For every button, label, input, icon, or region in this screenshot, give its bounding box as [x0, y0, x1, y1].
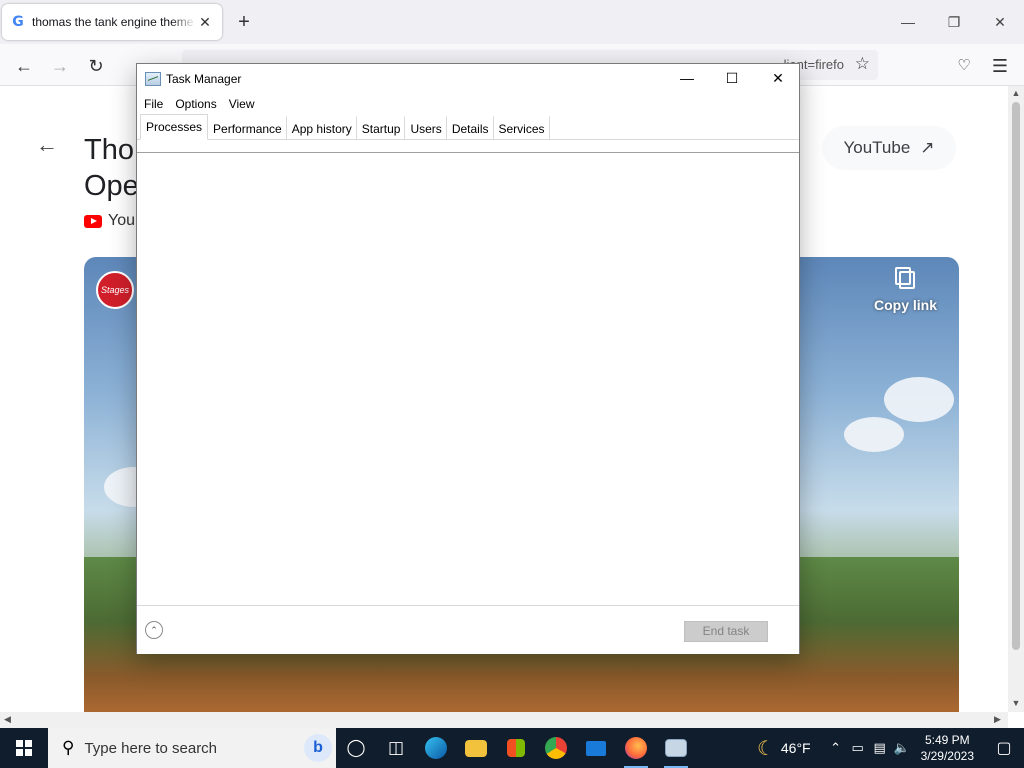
- video-source: You: [84, 212, 135, 230]
- clock-date: 3/29/2023: [920, 749, 974, 763]
- scroll-left-icon[interactable]: ◀: [4, 714, 11, 725]
- windows-logo-icon: [16, 740, 32, 756]
- task-manager-window: Task Manager — ☐ ✕ File Options View Pro…: [136, 63, 800, 654]
- weather-widget[interactable]: ☾ 46°F: [757, 736, 811, 761]
- tablet-icon[interactable]: ▭: [847, 740, 869, 756]
- copy-icon: [895, 267, 916, 289]
- task-manager-tabs: Processes Performance App history Startu…: [137, 114, 799, 140]
- new-tab-button[interactable]: +: [232, 10, 256, 34]
- menu-file[interactable]: File: [144, 97, 169, 111]
- video-cloud: [884, 377, 954, 422]
- task-manager-taskbar-icon[interactable]: [656, 728, 696, 768]
- moon-icon: ☾: [756, 737, 775, 760]
- tab-close-icon[interactable]: ✕: [196, 14, 214, 31]
- tab-performance[interactable]: Performance: [208, 116, 287, 140]
- back-button[interactable]: ←: [10, 52, 38, 80]
- system-tray: ☾ 46°F ⌃ ▭ ▤ 🔈 5:49 PM 3/29/2023 ▢: [757, 728, 1024, 768]
- youtube-button-label: YouTube: [843, 138, 911, 157]
- firefox-icon[interactable]: [616, 728, 656, 768]
- scroll-up-icon[interactable]: ▲: [1008, 88, 1024, 98]
- tab-services[interactable]: Services: [494, 116, 550, 140]
- browser-restore-button[interactable]: ❐: [934, 8, 974, 36]
- page-back-arrow-icon[interactable]: ←: [36, 132, 58, 158]
- tab-app-history[interactable]: App history: [287, 116, 357, 140]
- page-title-line2: Ope: [84, 170, 139, 202]
- reload-button[interactable]: ↻: [82, 52, 110, 80]
- vertical-scrollbar[interactable]: ▲ ▼: [1008, 86, 1024, 712]
- microsoft-store-icon[interactable]: [496, 728, 536, 768]
- fewer-details-chevron-icon[interactable]: ⌃: [145, 621, 163, 639]
- scroll-right-icon[interactable]: ▶: [994, 714, 1001, 725]
- tab-processes[interactable]: Processes: [140, 114, 209, 140]
- start-button[interactable]: [0, 728, 48, 768]
- youtube-logo-icon: [84, 214, 102, 228]
- tab-startup[interactable]: Startup: [357, 116, 406, 140]
- process-list-area[interactable]: [137, 152, 799, 606]
- pocket-icon[interactable]: ♡: [950, 52, 978, 80]
- task-view-icon[interactable]: ◫: [376, 728, 416, 768]
- end-task-button[interactable]: End task: [684, 621, 768, 642]
- bing-icon[interactable]: b: [304, 734, 332, 762]
- page-title: Thor: [84, 134, 144, 166]
- browser-minimize-button[interactable]: —: [888, 8, 928, 36]
- tab-title: thomas the tank engine theme: [32, 15, 194, 29]
- search-placeholder: Type here to search: [84, 739, 218, 757]
- tm-maximize-button[interactable]: ☐: [709, 64, 755, 93]
- youtube-open-button[interactable]: YouTube ↗: [822, 126, 956, 170]
- copy-link-label: Copy link: [873, 297, 937, 313]
- notification-center-icon[interactable]: ▢: [984, 728, 1024, 768]
- mail-icon[interactable]: [576, 728, 616, 768]
- browser-tab-strip: G thomas the tank engine theme ✕ + — ❐ ✕: [0, 0, 1024, 44]
- channel-logo[interactable]: Stages: [96, 271, 134, 309]
- google-favicon-icon: G: [12, 14, 24, 30]
- menu-hamburger-icon[interactable]: ☰: [986, 52, 1014, 80]
- clock-time: 5:49 PM: [924, 733, 970, 747]
- clock[interactable]: 5:49 PM 3/29/2023: [921, 732, 974, 764]
- volume-icon[interactable]: 🔈: [891, 740, 913, 756]
- file-explorer-icon[interactable]: [456, 728, 496, 768]
- search-icon: ⚲: [62, 738, 75, 757]
- edge-icon[interactable]: [416, 728, 456, 768]
- task-manager-titlebar[interactable]: Task Manager — ☐ ✕: [137, 64, 799, 93]
- network-icon[interactable]: ▤: [869, 740, 891, 756]
- external-link-icon: ↗: [920, 138, 935, 157]
- scrollbar-thumb[interactable]: [1012, 102, 1020, 650]
- video-source-label: You: [108, 212, 135, 229]
- copy-link-button[interactable]: Copy link: [873, 267, 937, 313]
- bookmark-star-icon[interactable]: ☆: [855, 54, 870, 74]
- taskbar-search-box[interactable]: ⚲ Type here to search b: [48, 728, 336, 768]
- video-cloud: [844, 417, 904, 452]
- taskbar: ⚲ Type here to search b ◯ ◫ ☾ 46°F ⌃ ▭ ▤…: [0, 728, 1024, 768]
- temperature: 46°F: [780, 740, 811, 756]
- task-manager-title: Task Manager: [166, 71, 242, 86]
- browser-tab[interactable]: G thomas the tank engine theme ✕: [2, 4, 222, 40]
- task-manager-menubar: File Options View: [137, 93, 799, 115]
- task-manager-icon: [145, 71, 161, 86]
- tab-details[interactable]: Details: [447, 116, 494, 140]
- forward-button[interactable]: →: [46, 52, 74, 80]
- menu-options[interactable]: Options: [175, 97, 222, 111]
- tm-close-button[interactable]: ✕: [755, 64, 801, 93]
- tab-users[interactable]: Users: [405, 116, 447, 140]
- show-hidden-icons-chevron-icon[interactable]: ⌃: [825, 740, 847, 756]
- scroll-down-icon[interactable]: ▼: [1008, 698, 1024, 708]
- tm-minimize-button[interactable]: —: [664, 64, 710, 93]
- task-manager-footer: ⌃ End task: [137, 605, 799, 654]
- chrome-icon[interactable]: [536, 728, 576, 768]
- browser-close-button[interactable]: ✕: [980, 8, 1020, 36]
- menu-view[interactable]: View: [229, 97, 261, 111]
- horizontal-scrollbar[interactable]: ◀ ▶: [0, 712, 1008, 728]
- cortana-icon[interactable]: ◯: [336, 728, 376, 768]
